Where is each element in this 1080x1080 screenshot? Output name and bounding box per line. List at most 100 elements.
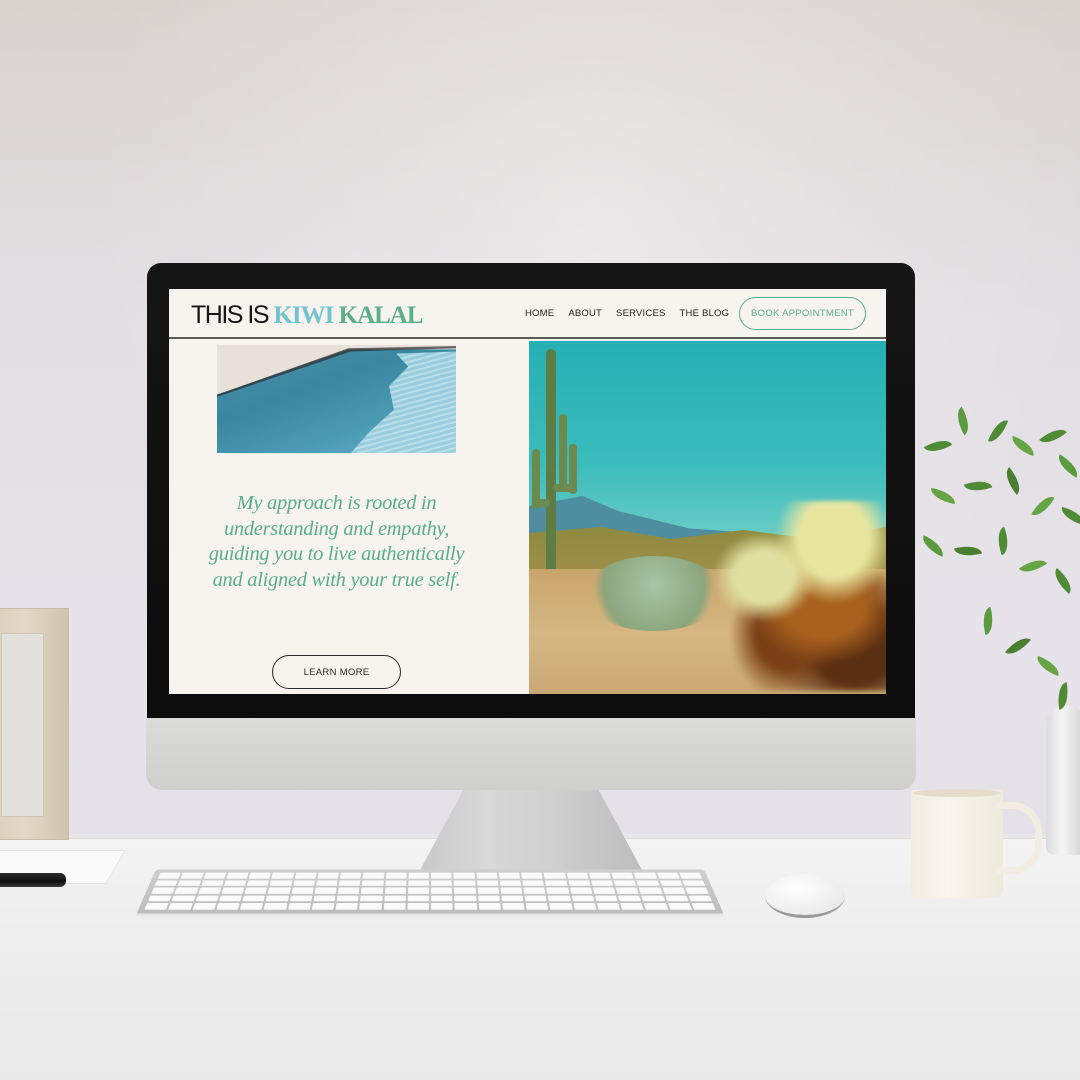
keyboard-key	[157, 872, 181, 879]
keyboard-key	[226, 872, 249, 879]
keyboard	[135, 869, 725, 917]
keyboard-key	[339, 872, 362, 879]
keyboard-key	[567, 880, 591, 886]
keyboard-key	[263, 903, 288, 910]
keyboard-key	[361, 887, 383, 894]
keyboard-key	[681, 880, 706, 886]
keyboard-key	[195, 895, 219, 902]
keyboard-key	[543, 872, 566, 879]
keyboard-key	[685, 887, 709, 894]
keyboard-key	[476, 880, 499, 886]
keyboard-key	[525, 903, 549, 910]
keyboard-key	[431, 895, 453, 902]
nav-home[interactable]: HOME	[525, 308, 554, 319]
keyboard-key	[407, 895, 429, 902]
keyboard-key	[383, 895, 406, 902]
keyboard-key	[203, 872, 227, 879]
keyboard-key	[590, 880, 614, 886]
desert-image	[529, 341, 886, 694]
nav-the-blog[interactable]: THE BLOG	[680, 308, 730, 319]
keyboard-key	[636, 880, 660, 886]
keyboard-key	[454, 895, 477, 902]
keyboard-key	[248, 872, 272, 879]
keyboard-key	[338, 880, 361, 886]
nav-about[interactable]: ABOUT	[568, 308, 602, 319]
site-logo[interactable]: THIS IS KIWI KALAL	[191, 301, 424, 330]
keyboard-key	[246, 880, 270, 886]
keyboard-key	[313, 895, 336, 902]
keyboard-key	[168, 903, 193, 910]
logo-text-kalal: KALAL	[333, 302, 424, 329]
cactus-trunk	[546, 349, 556, 569]
keyboard-key	[265, 895, 289, 902]
keyboard-key	[287, 903, 311, 910]
keyboard-key	[359, 903, 382, 910]
keyboard-key	[289, 895, 313, 902]
book-appointment-button[interactable]: BOOK APPOINTMENT	[739, 297, 866, 330]
keyboard-key	[335, 903, 358, 910]
keyboard-key	[524, 895, 547, 902]
keyboard-key	[620, 903, 644, 910]
cholla-cactus	[694, 501, 886, 691]
keyboard-key	[594, 895, 618, 902]
keyboard-key	[271, 872, 294, 879]
keyboard-key	[177, 880, 201, 886]
keyboard-key	[171, 895, 196, 902]
keyboard-key	[522, 880, 545, 886]
keyboard-key	[571, 895, 595, 902]
cactus-arm	[534, 499, 550, 507]
learn-more-button[interactable]: LEARN MORE	[272, 655, 401, 689]
pen	[0, 873, 66, 887]
keyboard-key	[384, 887, 406, 894]
keyboard-key	[407, 887, 430, 894]
keyboard-key	[385, 872, 407, 879]
keyboard-key	[521, 872, 543, 879]
keyboard-keys	[144, 872, 716, 910]
mouse	[765, 874, 845, 918]
keyboard-key	[545, 880, 568, 886]
keyboard-key	[566, 872, 589, 879]
nav-services[interactable]: SERVICES	[616, 308, 665, 319]
keyboard-key	[638, 887, 663, 894]
hero-quote: My approach is rooted in understanding a…	[208, 492, 465, 591]
cactus-arm	[553, 484, 575, 492]
keyboard-key	[618, 895, 642, 902]
photo-frame	[0, 608, 69, 840]
keyboard-key	[569, 887, 593, 894]
keyboard-key	[592, 887, 616, 894]
keyboard-key	[315, 880, 338, 886]
mug-rim	[913, 789, 1001, 797]
keyboard-key	[383, 903, 406, 910]
keyboard-key	[384, 880, 407, 886]
keyboard-key	[501, 895, 524, 902]
site-header: THIS IS KIWI KALAL HOME ABOUT SERVICES T…	[169, 289, 886, 339]
keyboard-key	[292, 880, 315, 886]
keyboard-key	[147, 895, 172, 902]
keyboard-key	[613, 880, 637, 886]
main-nav: HOME ABOUT SERVICES THE BLOG	[525, 308, 729, 319]
keyboard-key	[291, 887, 314, 894]
keyboard-key	[453, 872, 475, 879]
keyboard-key	[407, 903, 429, 910]
keyboard-key	[659, 880, 683, 886]
keyboard-key	[431, 903, 453, 910]
keyboard-key	[502, 903, 525, 910]
keyboard-key	[151, 887, 175, 894]
keyboard-key	[244, 887, 268, 894]
keyboard-key	[242, 895, 266, 902]
keyboard-key	[239, 903, 264, 910]
keyboard-key	[430, 887, 453, 894]
keyboard-key	[311, 903, 335, 910]
keyboard-key	[408, 872, 430, 879]
keyboard-key	[572, 903, 597, 910]
keyboard-key	[218, 895, 242, 902]
keyboard-key	[216, 903, 240, 910]
keyboard-key	[476, 872, 498, 879]
keyboard-key	[478, 903, 501, 910]
photo-frame-inner	[1, 633, 44, 817]
keyboard-key	[361, 880, 384, 886]
keyboard-key	[611, 872, 634, 879]
keyboard-key	[360, 895, 383, 902]
monitor-chin	[146, 716, 916, 790]
keyboard-key	[454, 887, 476, 894]
